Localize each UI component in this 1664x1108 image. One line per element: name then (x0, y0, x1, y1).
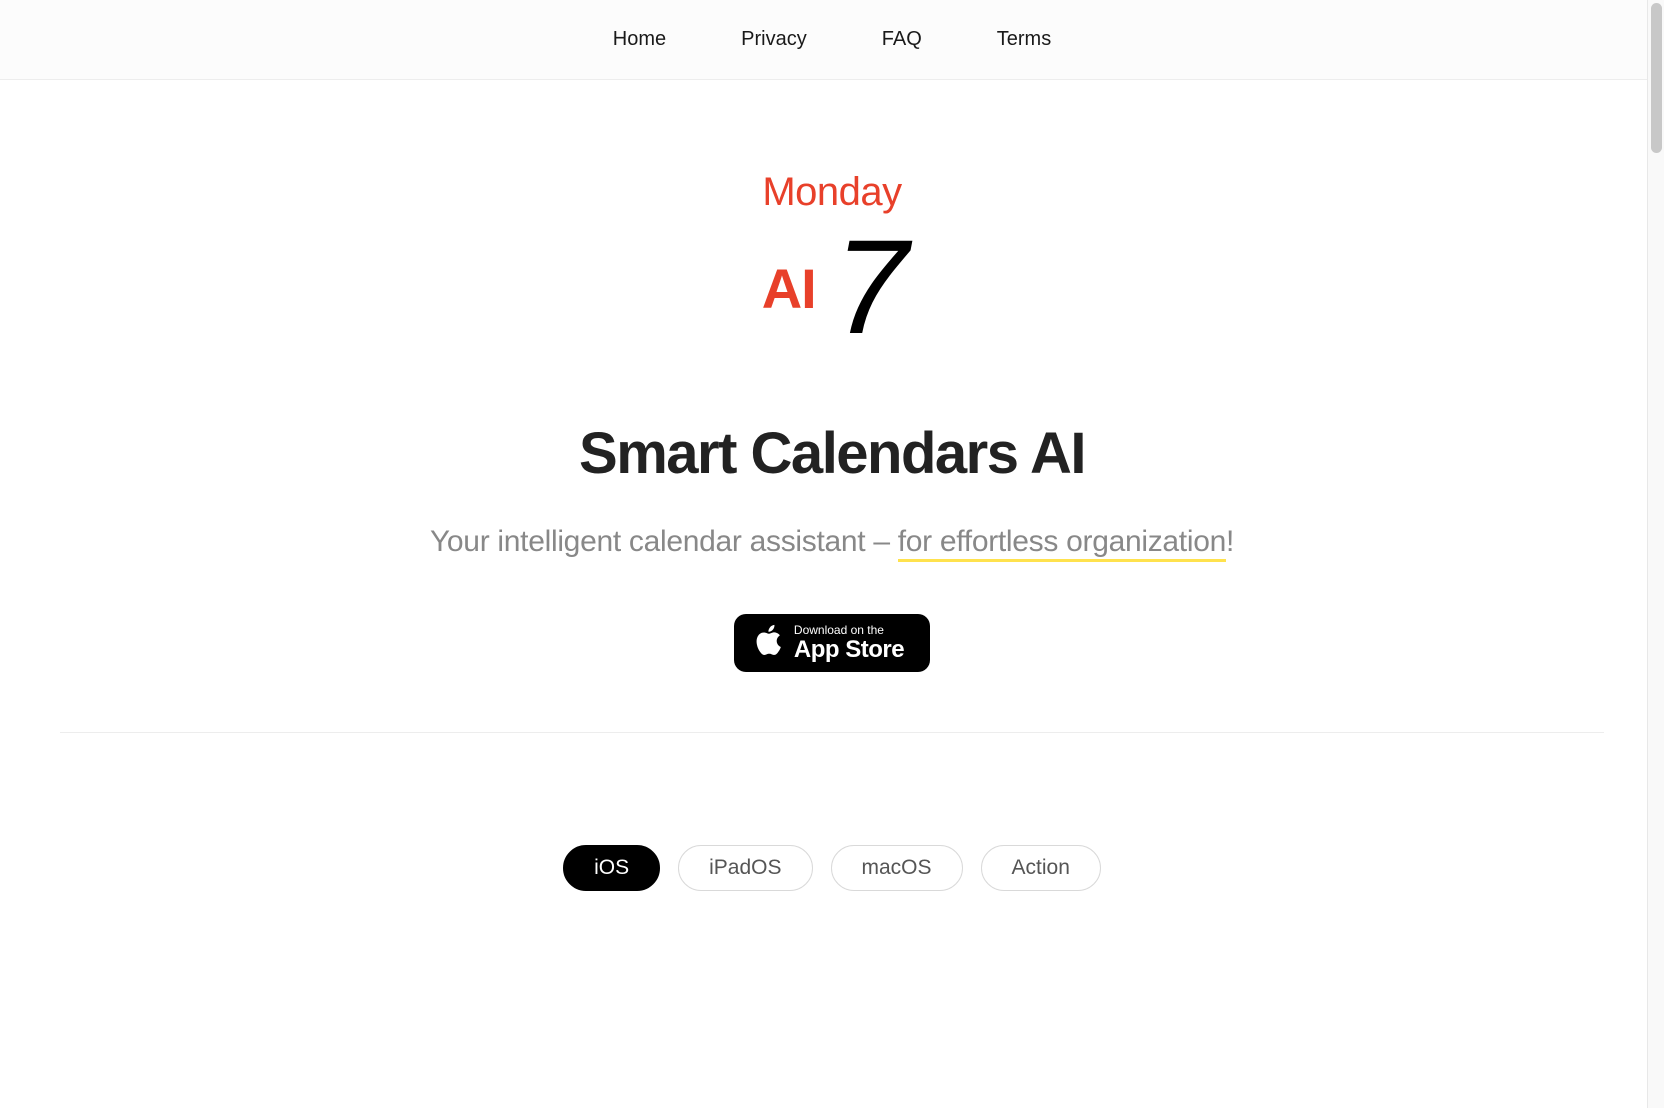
nav-home[interactable]: Home (613, 28, 666, 51)
logo-ai-text: AI (762, 256, 816, 321)
platform-tabs: iOS iPadOS macOS Action (0, 733, 1664, 891)
nav-terms[interactable]: Terms (997, 28, 1051, 51)
store-text: Download on the App Store (794, 624, 904, 662)
app-store-button[interactable]: Download on the App Store (734, 614, 930, 672)
page-title: Smart Calendars AI (579, 420, 1085, 487)
nav-privacy[interactable]: Privacy (741, 28, 807, 51)
top-nav: Home Privacy FAQ Terms (0, 0, 1664, 80)
tab-ios[interactable]: iOS (563, 845, 660, 891)
logo-number-icon: 7 (834, 221, 903, 355)
logo: Monday AI 7 (762, 170, 903, 355)
hero-subtitle: Your intelligent calendar assistant – fo… (430, 525, 1234, 559)
logo-day-label: Monday (762, 170, 901, 215)
tab-action[interactable]: Action (981, 845, 1101, 891)
sub-underline-1: for effortless or (898, 525, 1092, 562)
nav-faq[interactable]: FAQ (882, 28, 922, 51)
logo-row: AI 7 (762, 221, 903, 355)
store-small-text: Download on the (794, 624, 904, 637)
sub-suffix: ! (1226, 525, 1234, 558)
sub-prefix: Your intelligent calendar assistant – (430, 525, 898, 558)
sub-underline-2: ganization (1092, 525, 1226, 562)
apple-icon (754, 624, 782, 661)
store-big-text: App Store (794, 637, 904, 662)
scrollbar[interactable] (1647, 0, 1664, 1108)
scrollbar-thumb[interactable] (1651, 3, 1662, 153)
hero-section: Monday AI 7 Smart Calendars AI Your inte… (60, 80, 1604, 733)
tab-macos[interactable]: macOS (831, 845, 963, 891)
tab-ipados[interactable]: iPadOS (678, 845, 812, 891)
